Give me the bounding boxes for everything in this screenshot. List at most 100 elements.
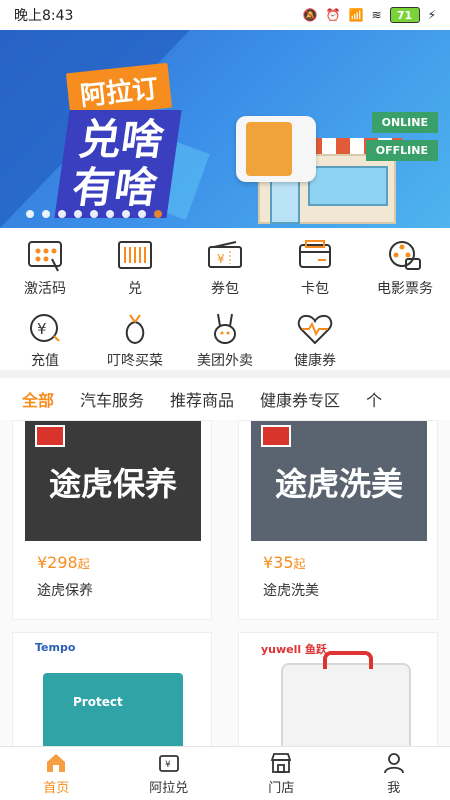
tab-health-coupons[interactable]: 健康券专区 [260, 387, 340, 411]
movie-reel-icon [384, 238, 426, 274]
carousel-dot[interactable] [122, 210, 130, 218]
store-icon [271, 753, 292, 773]
carousel-dot[interactable] [90, 210, 98, 218]
status-icons: 🔕 ⏰ 📶 ≋ 71 ⚡ [303, 7, 436, 23]
grid-item-label: 健康券 [294, 353, 336, 369]
price-suffix: 起 [293, 557, 306, 571]
product-name: 途虎洗美 [263, 583, 319, 599]
carousel-indicator[interactable] [26, 210, 162, 218]
heart-pulse-icon [294, 312, 336, 346]
product-image: Tempo Protect [25, 633, 201, 746]
carousel-dot[interactable] [106, 210, 114, 218]
barcode-icon [114, 238, 156, 274]
carousel-dot[interactable] [138, 210, 146, 218]
brand-logo: Tempo [35, 641, 76, 654]
tabbar-label: 我 [387, 781, 401, 796]
carousel-dot[interactable] [26, 210, 34, 218]
tissue-package: Protect [43, 673, 183, 746]
carousel-dot[interactable] [74, 210, 82, 218]
grid-item-label: 叮咚买菜 [107, 353, 163, 369]
grid-item-movie-tickets[interactable]: 电影票务 [360, 228, 450, 302]
product-card-tuhu-maintenance[interactable]: 途虎保养 ¥298起 途虎保养 [12, 420, 212, 620]
product-list: 途虎保养 ¥298起 途虎保养 途虎洗美 ¥35起 途虎洗美 Tempo Pro… [0, 420, 450, 746]
carousel-dot[interactable] [42, 210, 50, 218]
grid-item-health-coupon[interactable]: 健康券 [270, 302, 360, 370]
price-suffix: 起 [77, 557, 90, 571]
grid-item-activation-code[interactable]: 激活码 [0, 228, 90, 302]
grid-item-label: 卡包 [301, 281, 329, 297]
voucher-icon: ¥ [158, 755, 179, 772]
svg-text:¥: ¥ [217, 252, 225, 266]
wifi-icon: ≋ [371, 8, 382, 22]
price-value: ¥298 [37, 553, 78, 572]
vegetable-icon [114, 312, 156, 346]
charging-icon: ⚡ [427, 8, 436, 22]
tuhu-logo [35, 425, 65, 447]
grid-item-label: 激活码 [24, 281, 66, 297]
grid-item-exchange[interactable]: 兑 [90, 228, 180, 302]
alarm-icon: ⏰ [325, 8, 341, 22]
product-card-tempo[interactable]: Tempo Protect [12, 632, 212, 746]
svg-text:¥: ¥ [37, 320, 47, 338]
status-time: 晚上8:43 [14, 8, 74, 24]
product-image-title: 途虎保养 [48, 465, 177, 503]
tabbar-me[interactable]: 我 [338, 747, 450, 800]
signal-icon: 📶 [348, 8, 364, 22]
tabbar-label: 门店 [268, 781, 295, 796]
recharge-icon: ¥ [24, 312, 66, 346]
carousel-dot[interactable] [58, 210, 66, 218]
grid-item-label: 电影票务 [377, 281, 433, 297]
carousel-dot-active[interactable] [154, 210, 162, 218]
grid-item-label: 券包 [211, 281, 239, 297]
banner-headline-line2: 有啥 [69, 163, 161, 212]
rabbit-icon [204, 312, 246, 346]
tab-car-service[interactable]: 汽车服务 [80, 387, 144, 411]
box-handle [323, 651, 373, 669]
grid-item-coupons[interactable]: ¥ 券包 [180, 228, 270, 302]
coupon-icon: ¥ [204, 238, 246, 274]
grid-item-label: 充值 [31, 353, 59, 369]
product-price: ¥35起 [263, 553, 437, 572]
status-bar: 晚上8:43 🔕 ⏰ 📶 ≋ 71 ⚡ [0, 0, 450, 30]
tuhu-logo [261, 425, 291, 447]
product-name: 途虎保养 [37, 583, 93, 599]
grid-item-card-wallet[interactable]: 卡包 [270, 228, 360, 302]
product-price: ¥298起 [37, 553, 211, 572]
activation-code-icon [24, 238, 66, 274]
product-image: 途虎保养 [25, 421, 201, 541]
svg-text:¥: ¥ [165, 760, 171, 770]
banner-headline: 兑啥 有啥 [54, 110, 182, 218]
product-card-yuwell[interactable]: yuwell 鱼跃 [238, 632, 438, 746]
product-image-title: 途虎洗美 [274, 465, 403, 503]
section-divider [0, 370, 450, 378]
grid-item-meituan[interactable]: 美团外卖 [180, 302, 270, 370]
banner-headline-line1: 兑啥 [76, 115, 167, 164]
tab-all[interactable]: 全部 [22, 387, 54, 411]
grid-item-label: 兑 [128, 281, 142, 297]
promo-banner[interactable]: 阿拉订 兑啥 有啥 ONLINE OFFLINE [0, 30, 450, 228]
product-image: 途虎洗美 [251, 421, 427, 541]
brand-logo: yuwell 鱼跃 [261, 643, 327, 656]
quick-entry-grid: 激活码 兑 ¥ 券包 卡包 电影票务 ¥ 充值 叮咚买菜 美团外卖 健康券 [0, 228, 450, 370]
online-sign: ONLINE [371, 112, 438, 133]
mute-icon: 🔕 [302, 8, 318, 22]
store-window [308, 166, 388, 206]
grid-item-recharge[interactable]: ¥ 充值 [0, 302, 90, 370]
tabbar-alaexchange[interactable]: ¥ 阿拉兑 [113, 747, 226, 800]
tab-recommended[interactable]: 推荐商品 [170, 387, 234, 411]
tabbar-stores[interactable]: 门店 [225, 747, 338, 800]
phone-illustration [236, 116, 316, 182]
category-tabs: 全部 汽车服务 推荐商品 健康券专区 个 [0, 378, 450, 420]
user-icon [383, 753, 404, 774]
grid-item-dingdong[interactable]: 叮咚买菜 [90, 302, 180, 370]
tab-more[interactable]: 个 [366, 387, 382, 411]
product-image: yuwell 鱼跃 [251, 633, 427, 746]
tabbar-label: 首页 [43, 781, 70, 796]
offline-sign: OFFLINE [365, 140, 438, 161]
phone-screen [246, 122, 292, 176]
tabbar-home[interactable]: 首页 [0, 747, 113, 800]
product-card-tuhu-wash[interactable]: 途虎洗美 ¥35起 途虎洗美 [238, 420, 438, 620]
medical-box [281, 651, 411, 746]
battery-icon: 71 [389, 7, 420, 23]
tabbar-label: 阿拉兑 [149, 781, 189, 796]
